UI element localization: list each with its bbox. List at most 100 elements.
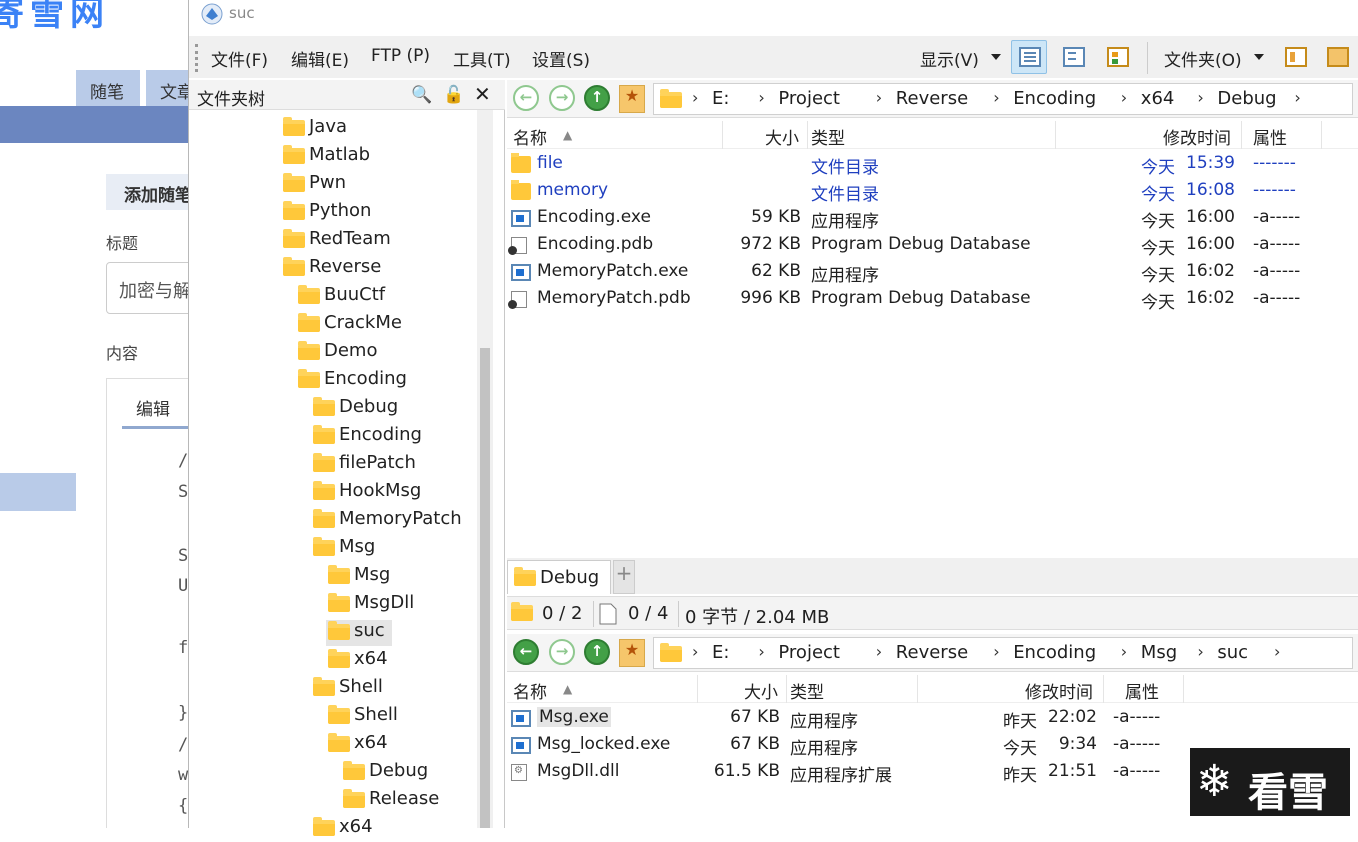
menu-file[interactable]: 文件(F) <box>211 46 268 71</box>
chevron-right-icon[interactable]: › <box>1294 88 1300 107</box>
breadcrumb-item[interactable]: Msg <box>1141 642 1177 663</box>
chevron-right-icon[interactable]: › <box>1197 88 1203 107</box>
top-address-bar[interactable]: › E: › Project › Reverse › Encoding › x64 › Debug › <box>653 83 1353 115</box>
unlock-icon[interactable]: 🔓 <box>443 85 464 105</box>
details-view-button[interactable] <box>1011 40 1047 74</box>
menu-ftp[interactable]: FTP (P) <box>371 46 430 66</box>
chevron-right-icon[interactable]: › <box>692 642 698 661</box>
chevron-right-icon[interactable]: › <box>993 642 999 661</box>
folder-icon <box>313 453 335 472</box>
breadcrumb-item[interactable]: Encoding <box>1013 642 1096 663</box>
chevron-right-icon[interactable]: › <box>1274 642 1280 661</box>
title-input[interactable]: 加密与解 <box>106 262 190 314</box>
forward-button[interactable]: → <box>549 85 575 111</box>
column-divider[interactable] <box>722 121 723 149</box>
close-icon[interactable]: ✕ <box>474 82 491 106</box>
folder-pane-button[interactable] <box>1319 40 1355 74</box>
column-divider[interactable] <box>1241 121 1242 149</box>
column-type[interactable]: 类型 <box>811 124 845 149</box>
column-modified[interactable]: 修改时间 <box>1163 124 1231 149</box>
favorites-button[interactable]: ★ <box>619 85 645 113</box>
back-button[interactable]: ← <box>513 85 539 111</box>
modified-time: 22:02 <box>1048 707 1097 727</box>
column-attributes[interactable]: 属性 <box>1253 124 1287 149</box>
forward-button[interactable]: → <box>549 639 575 665</box>
menu-edit[interactable]: 编辑(E) <box>291 46 349 71</box>
up-button[interactable]: ↑ <box>584 639 610 665</box>
column-divider[interactable] <box>807 121 808 149</box>
breadcrumb-item[interactable]: Reverse <box>896 88 968 109</box>
chevron-right-icon[interactable]: › <box>993 88 999 107</box>
dual-pane-button[interactable] <box>1277 40 1313 74</box>
thumbnail-view-button[interactable] <box>1099 40 1135 74</box>
file-row[interactable]: Msg.exe 67 KB 应用程序 昨天 22:02 -a----- <box>507 705 1358 732</box>
folder-pane-icon <box>1327 47 1349 67</box>
breadcrumb-item[interactable]: E: <box>712 88 729 109</box>
breadcrumb-item[interactable]: suc <box>1217 642 1248 663</box>
chevron-right-icon[interactable]: › <box>876 88 882 107</box>
file-row[interactable]: MemoryPatch.exe 62 KB 应用程序 今天 16:02 -a----- <box>507 259 1358 286</box>
column-divider[interactable] <box>786 675 787 703</box>
file-row[interactable]: memory 文件目录 今天 16:08 ------- <box>507 178 1358 205</box>
toolbar-grip[interactable] <box>195 44 198 72</box>
chevron-down-icon[interactable] <box>991 54 1001 60</box>
chevron-right-icon[interactable]: › <box>692 88 698 107</box>
title-bar[interactable]: suc <box>189 0 1358 28</box>
list-view-button[interactable] <box>1055 40 1091 74</box>
menu-settings[interactable]: 设置(S) <box>532 46 590 71</box>
content-editor[interactable] <box>106 378 190 828</box>
column-divider[interactable] <box>1321 121 1322 149</box>
file-type: 文件目录 <box>811 158 879 178</box>
breadcrumb-item[interactable]: x64 <box>1141 88 1175 109</box>
column-size[interactable]: 大小 <box>765 124 799 149</box>
back-button[interactable]: ← <box>513 639 539 665</box>
search-icon[interactable]: 🔍 <box>411 85 432 105</box>
file-row[interactable]: Encoding.exe 59 KB 应用程序 今天 16:00 -a----- <box>507 205 1358 232</box>
breadcrumb-item[interactable]: Encoding <box>1013 88 1096 109</box>
tab-essay[interactable]: 随笔 <box>76 70 140 106</box>
bottom-address-bar[interactable]: › E: › Project › Reverse › Encoding › Msg › suc › <box>653 637 1353 669</box>
column-name[interactable]: 名称 <box>513 124 547 149</box>
file-row[interactable]: MemoryPatch.pdb 996 KB Program Debug Datab… <box>507 286 1358 313</box>
breadcrumb-item[interactable]: Reverse <box>896 642 968 663</box>
tree-item-label: x64 <box>339 816 373 837</box>
menu-display[interactable]: 显示(V) <box>920 46 979 71</box>
tree-item-label: CrackMe <box>324 312 402 333</box>
file-row[interactable]: Encoding.pdb 972 KB Program Debug Database… <box>507 232 1358 259</box>
breadcrumb-item[interactable]: Project <box>778 88 840 109</box>
tree-item[interactable]: suc <box>326 620 392 646</box>
column-type[interactable]: 类型 <box>790 678 824 703</box>
chevron-right-icon[interactable]: › <box>758 642 764 661</box>
column-name[interactable]: 名称 <box>513 678 547 703</box>
column-divider[interactable] <box>1103 675 1104 703</box>
tab-article[interactable]: 文章 <box>146 70 190 106</box>
column-attributes[interactable]: 属性 <box>1125 678 1159 703</box>
menu-tools[interactable]: 工具(T) <box>453 46 511 71</box>
file-row[interactable]: file 文件目录 今天 15:39 ------- <box>507 151 1358 178</box>
breadcrumb-item[interactable]: Debug <box>1217 88 1276 109</box>
breadcrumb-item[interactable]: Project <box>778 642 840 663</box>
chevron-right-icon[interactable]: › <box>1121 88 1127 107</box>
chevron-right-icon[interactable]: › <box>1121 642 1127 661</box>
breadcrumb-item[interactable]: E: <box>712 642 729 663</box>
chevron-right-icon[interactable]: › <box>758 88 764 107</box>
up-button[interactable]: ↑ <box>584 85 610 111</box>
file-name: MemoryPatch.pdb <box>537 288 691 308</box>
new-tab-button[interactable]: + <box>613 560 635 594</box>
chevron-right-icon[interactable]: › <box>876 642 882 661</box>
menu-folders[interactable]: 文件夹(O) <box>1164 46 1242 71</box>
column-divider[interactable] <box>697 675 698 703</box>
column-modified[interactable]: 修改时间 <box>1025 678 1093 703</box>
column-divider[interactable] <box>1055 121 1056 149</box>
column-size[interactable]: 大小 <box>744 678 778 703</box>
chevron-down-icon[interactable] <box>1254 54 1264 60</box>
tab-debug[interactable]: Debug <box>507 560 611 594</box>
file-type: Program Debug Database <box>811 234 1031 254</box>
column-divider[interactable] <box>917 675 918 703</box>
tree-scrollbar-thumb[interactable] <box>480 348 490 828</box>
column-divider[interactable] <box>1183 675 1184 703</box>
file-size: 59 KB <box>751 207 801 227</box>
chevron-right-icon[interactable]: › <box>1197 642 1203 661</box>
editor-tab-edit[interactable]: 编辑 <box>122 395 190 429</box>
favorites-button[interactable]: ★ <box>619 639 645 667</box>
